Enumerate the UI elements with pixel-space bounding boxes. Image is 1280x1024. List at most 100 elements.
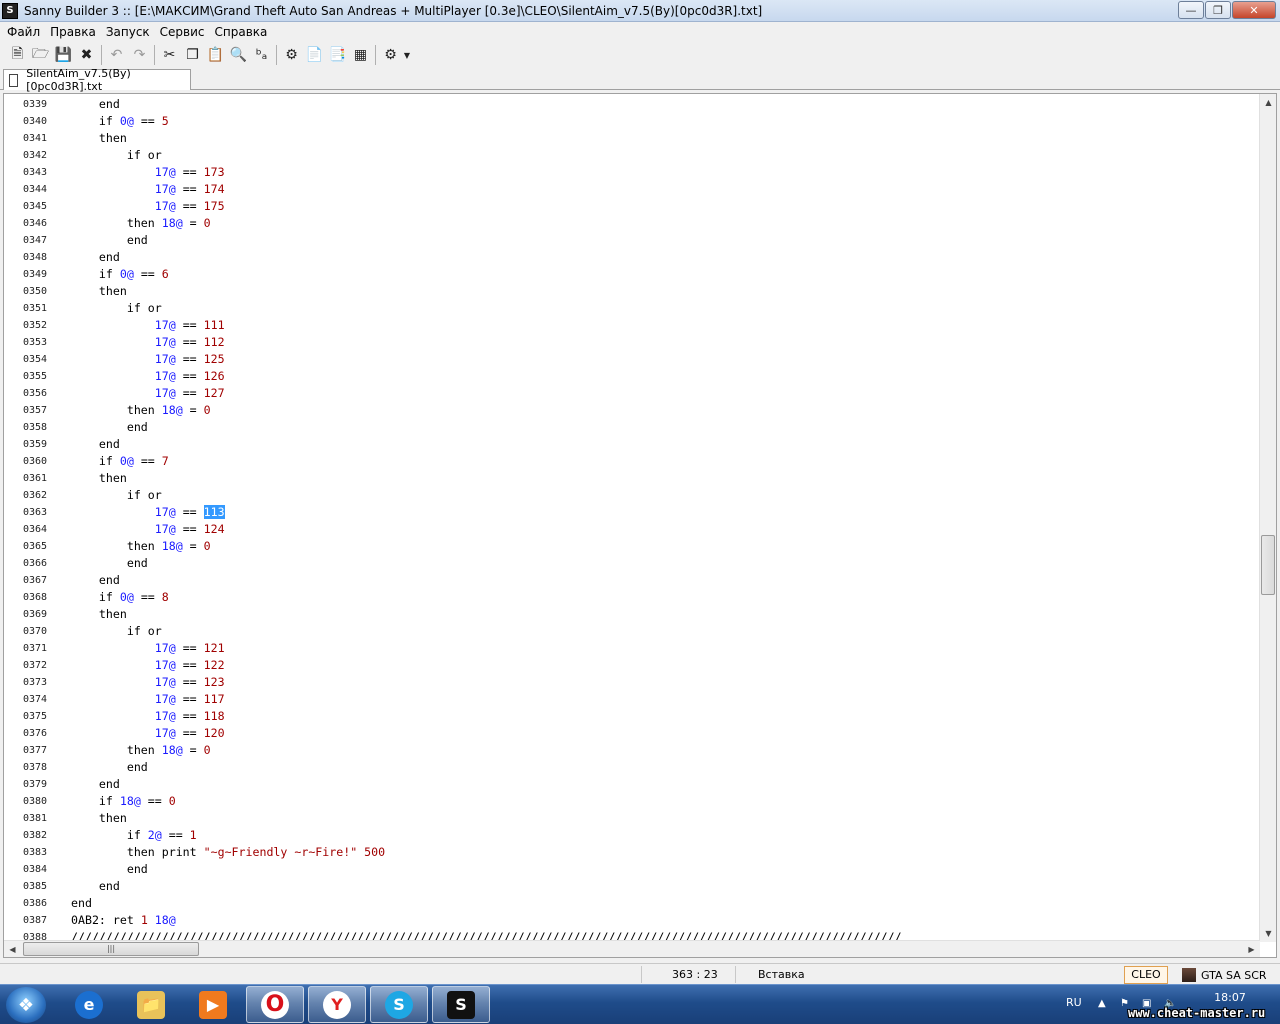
code-text[interactable]: 17@ == 120 (71, 725, 225, 742)
code-line[interactable]: 0382 if 2@ == 1 (4, 827, 1260, 844)
windows-explorer-icon[interactable]: 📁 (122, 986, 180, 1023)
code-text[interactable]: if 0@ == 7 (71, 453, 169, 470)
code-line[interactable]: 0371 17@ == 121 (4, 640, 1260, 657)
code-text[interactable]: then 18@ = 0 (71, 538, 211, 555)
code-text[interactable]: 17@ == 127 (71, 385, 225, 402)
code-line[interactable]: 0355 17@ == 126 (4, 368, 1260, 385)
code-line[interactable]: 0352 17@ == 111 (4, 317, 1260, 334)
maximize-button[interactable]: ❐ (1205, 1, 1231, 19)
code-line[interactable]: 0387 0AB2: ret 1 18@ (4, 912, 1260, 929)
redo-icon[interactable]: ↷ (128, 44, 151, 66)
code-line[interactable]: 0344 17@ == 174 (4, 181, 1260, 198)
code-line[interactable]: 0364 17@ == 124 (4, 521, 1260, 538)
find-icon[interactable]: 🔍 (227, 44, 250, 66)
yandex-browser-icon[interactable]: Y (308, 986, 366, 1023)
code-text[interactable]: end (71, 895, 92, 912)
code-line[interactable]: 0386 end (4, 895, 1260, 912)
horizontal-scroll-thumb[interactable]: ||| (23, 942, 199, 956)
code-text[interactable]: if 0@ == 5 (71, 113, 169, 130)
paste-icon[interactable]: 📋 (204, 44, 227, 66)
compile-icon[interactable]: ⚙ (280, 44, 303, 66)
code-line[interactable]: 0340 if 0@ == 5 (4, 113, 1260, 130)
code-text[interactable]: end (71, 96, 120, 113)
code-text[interactable]: if 18@ == 0 (71, 793, 176, 810)
code-text[interactable]: 17@ == 113 (71, 504, 225, 521)
code-line[interactable]: 0376 17@ == 120 (4, 725, 1260, 742)
code-text[interactable]: 17@ == 126 (71, 368, 225, 385)
cut-icon[interactable]: ✂ (158, 44, 181, 66)
sanny-builder-taskbar-icon[interactable]: S (432, 986, 490, 1023)
opera-icon[interactable]: O (246, 986, 304, 1023)
code-text[interactable]: end (71, 861, 148, 878)
chevron-up-icon[interactable]: ▲ (1098, 998, 1110, 1010)
code-line[interactable]: 0367 end (4, 572, 1260, 589)
sanny-builder-app-icon[interactable]: S (2, 2, 18, 19)
code-text[interactable]: end (71, 232, 148, 249)
code-text[interactable]: 17@ == 118 (71, 708, 225, 725)
code-text[interactable]: then (71, 606, 127, 623)
decompile-icon[interactable]: 📄 (303, 44, 326, 66)
clock-time[interactable]: 18:07 (1212, 991, 1248, 1004)
code-text[interactable]: if or (71, 487, 162, 504)
vertical-scrollbar[interactable]: ▲ ▼ (1259, 94, 1276, 942)
code-line[interactable]: 0381 then (4, 810, 1260, 827)
code-line[interactable]: 0341 then (4, 130, 1260, 147)
skype-icon[interactable]: S (370, 986, 428, 1023)
code-text[interactable]: if or (71, 147, 162, 164)
code-line[interactable]: 0339 end (4, 96, 1260, 113)
code-text[interactable]: then (71, 470, 127, 487)
code-text[interactable]: 0AB2: ret 1 18@ (71, 912, 176, 929)
code-text[interactable]: 17@ == 123 (71, 674, 225, 691)
menu-run[interactable]: Запуск (103, 25, 157, 39)
code-text[interactable]: end (71, 249, 120, 266)
code-text[interactable]: then 18@ = 0 (71, 742, 211, 759)
menu-tools[interactable]: Сервис (157, 25, 212, 39)
scroll-left-arrow-icon[interactable]: ◀ (4, 941, 21, 957)
code-lines[interactable]: 0339 end 0340 if 0@ == 5 0341 then 0342 if … (4, 96, 1260, 946)
start-button[interactable]: ❖ (6, 987, 46, 1023)
cleo-format-badge[interactable]: CLEO (1124, 966, 1168, 984)
code-text[interactable]: if or (71, 623, 162, 640)
code-line[interactable]: 0362 if or (4, 487, 1260, 504)
game-mode-indicator[interactable]: GTA SA SCR (1182, 966, 1267, 984)
code-line[interactable]: 0385 end (4, 878, 1260, 895)
code-text[interactable]: 17@ == 173 (71, 164, 225, 181)
code-line[interactable]: 0366 end (4, 555, 1260, 572)
menu-file[interactable]: Файл (4, 25, 47, 39)
replace-icon[interactable]: ᵇₐ (250, 44, 273, 66)
scroll-up-arrow-icon[interactable]: ▲ (1260, 94, 1276, 111)
code-line[interactable]: 0374 17@ == 117 (4, 691, 1260, 708)
tab-silentaim-file[interactable]: SilentAim_v7.5(By)[0pc0d3R].txt (3, 67, 191, 93)
code-line[interactable]: 0353 17@ == 112 (4, 334, 1260, 351)
code-line[interactable]: 0368 if 0@ == 8 (4, 589, 1260, 606)
code-line[interactable]: 0346 then 18@ = 0 (4, 215, 1260, 232)
code-text[interactable]: if 0@ == 8 (71, 589, 169, 606)
scroll-right-arrow-icon[interactable]: ▶ (1243, 941, 1260, 957)
menu-edit[interactable]: Правка (47, 25, 103, 39)
code-line[interactable]: 0377 then 18@ = 0 (4, 742, 1260, 759)
code-line[interactable]: 0372 17@ == 122 (4, 657, 1260, 674)
code-line[interactable]: 0363 17@ == 113 (4, 504, 1260, 521)
code-line[interactable]: 0349 if 0@ == 6 (4, 266, 1260, 283)
code-line[interactable]: 0347 end (4, 232, 1260, 249)
minimize-button[interactable]: — (1178, 1, 1204, 19)
code-text[interactable]: then 18@ = 0 (71, 402, 211, 419)
code-text[interactable]: end (71, 759, 148, 776)
code-line[interactable]: 0342 if or (4, 147, 1260, 164)
settings-gear-icon[interactable]: ⚙ (379, 44, 402, 66)
code-line[interactable]: 0343 17@ == 173 (4, 164, 1260, 181)
code-text[interactable]: end (71, 419, 148, 436)
code-text[interactable]: 17@ == 121 (71, 640, 225, 657)
code-text[interactable]: if 2@ == 1 (71, 827, 197, 844)
code-line[interactable]: 0378 end (4, 759, 1260, 776)
code-text[interactable]: end (71, 436, 120, 453)
code-line[interactable]: 0369 then (4, 606, 1260, 623)
code-line[interactable]: 0360 if 0@ == 7 (4, 453, 1260, 470)
open-folder-icon[interactable]: 🗁 (29, 44, 52, 66)
code-line[interactable]: 0348 end (4, 249, 1260, 266)
code-text[interactable]: then (71, 810, 127, 827)
code-text[interactable]: end (71, 572, 120, 589)
code-text[interactable]: 17@ == 125 (71, 351, 225, 368)
code-line[interactable]: 0358 end (4, 419, 1260, 436)
save-icon[interactable]: 💾 (52, 44, 75, 66)
